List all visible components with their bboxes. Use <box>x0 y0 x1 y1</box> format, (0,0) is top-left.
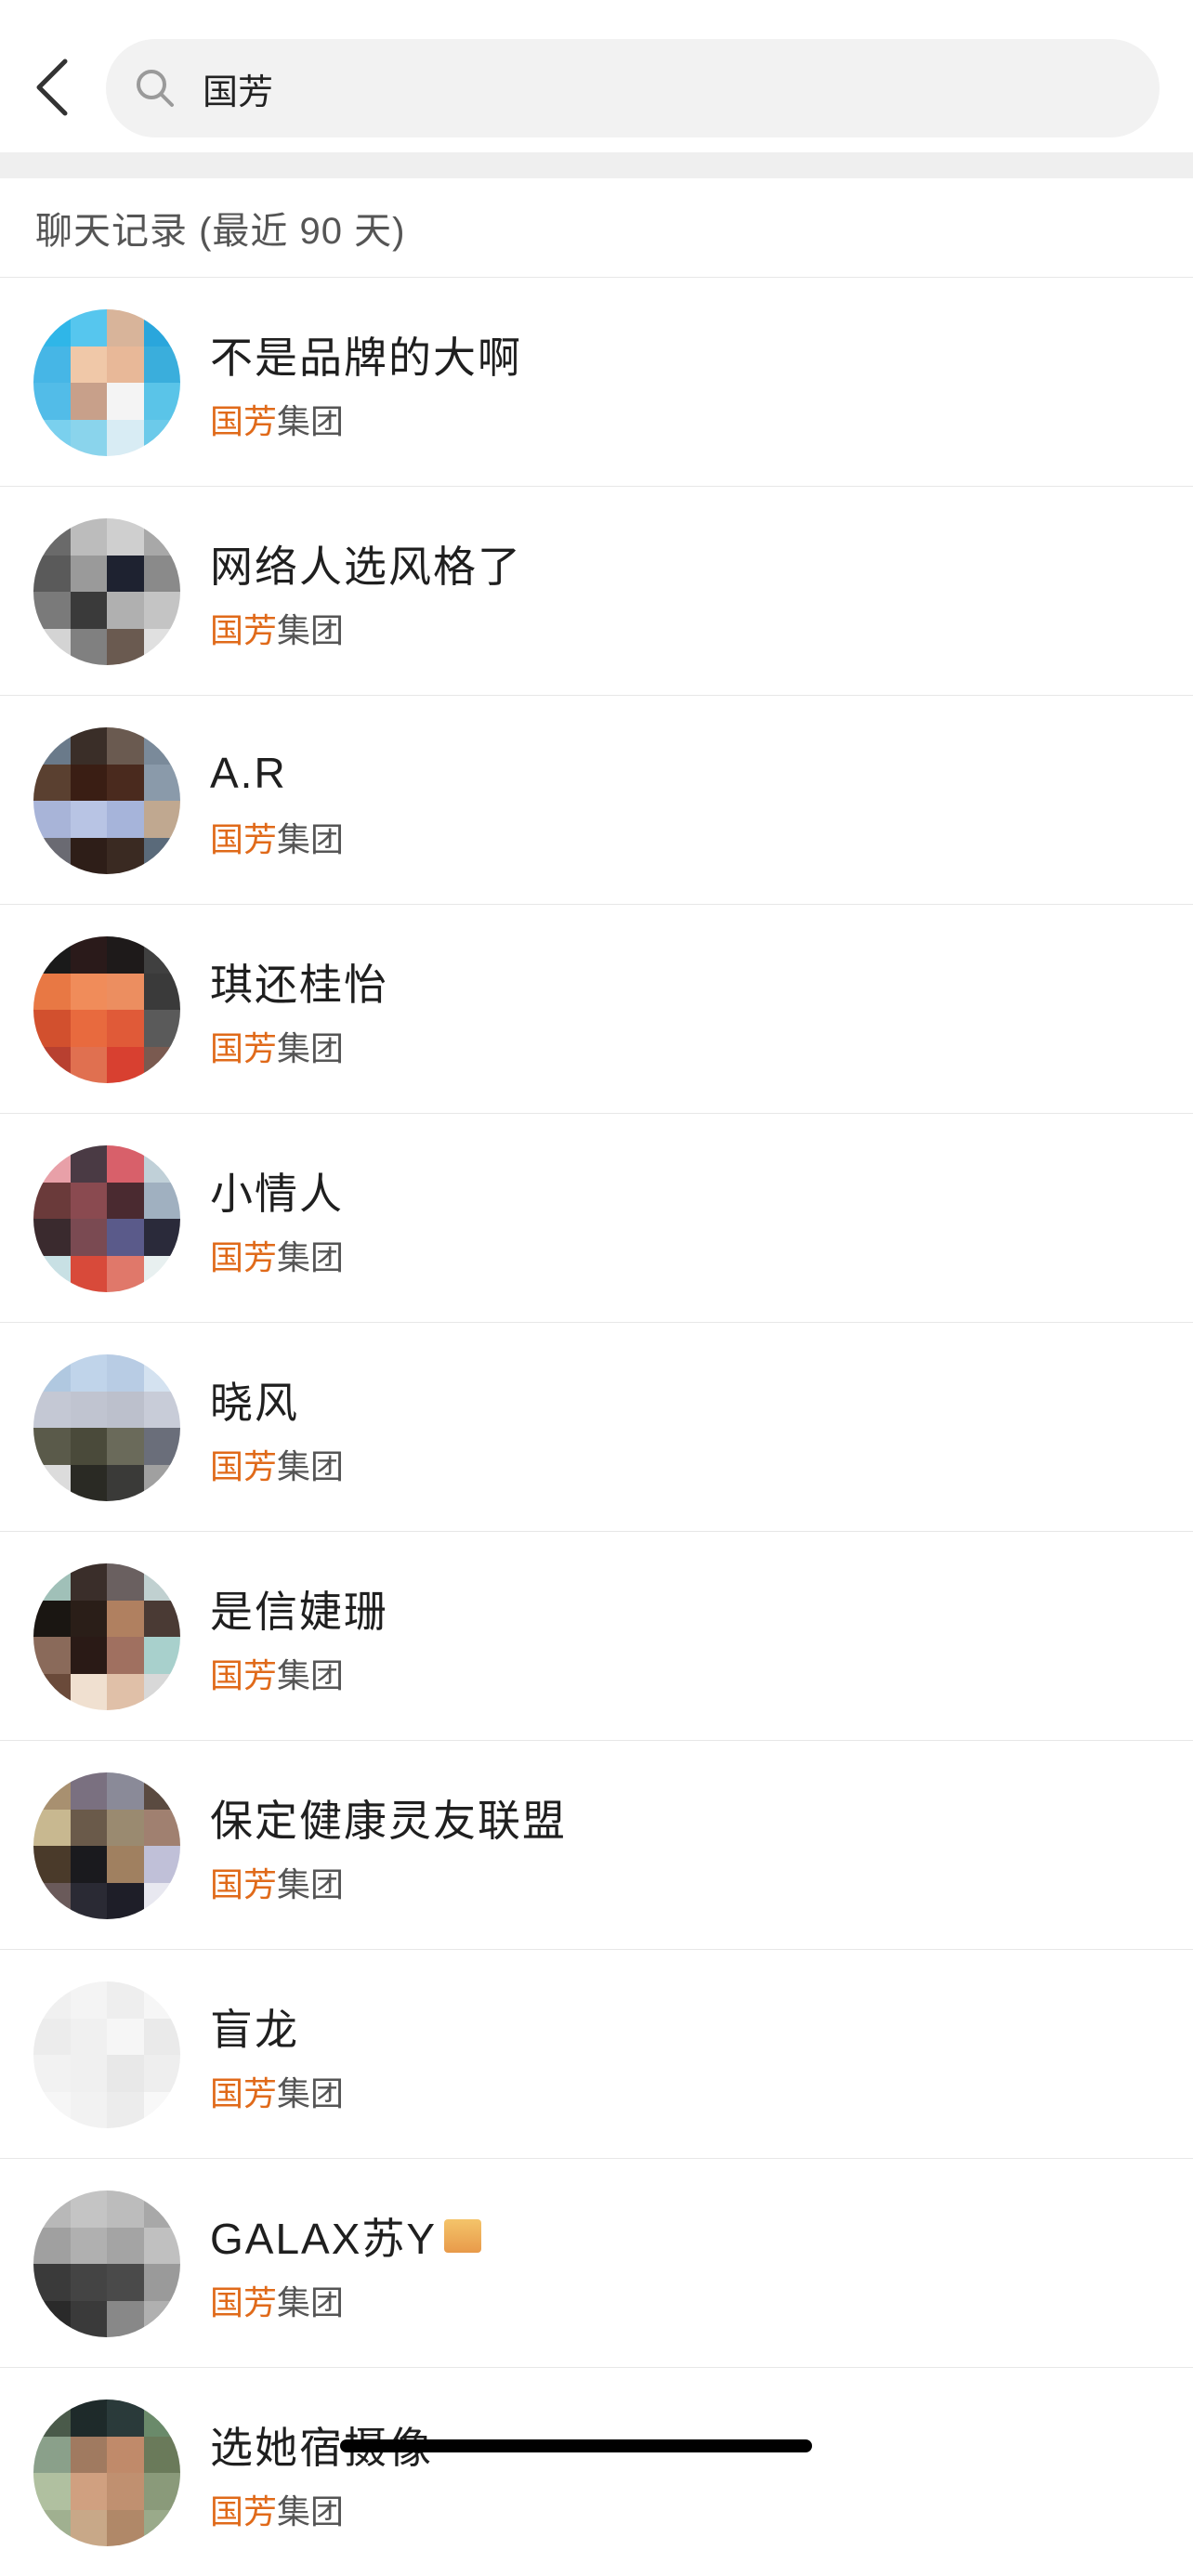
search-input[interactable]: 国芳 <box>106 39 1160 137</box>
match-highlight: 国芳 <box>210 1447 278 1485</box>
contact-name-text: 网络人选风格了 <box>210 543 522 591</box>
match-highlight: 国芳 <box>210 1029 278 1067</box>
contact-name-text: 保定健康灵友联盟 <box>210 1797 567 1845</box>
contact-name: 不是品牌的大啊 <box>210 322 522 387</box>
avatar <box>33 1981 180 2128</box>
avatar <box>33 1145 180 1292</box>
match-highlight: 国芳 <box>210 402 278 440</box>
matched-message: 国芳 集团 <box>210 1645 344 1701</box>
match-rest: 集团 <box>277 1656 345 1694</box>
chat-result-item[interactable]: 琪还桂怡国芳 集团 <box>0 904 1193 1113</box>
match-highlight: 国芳 <box>210 1865 278 1903</box>
search-header: 国芳 <box>0 0 1193 152</box>
contact-name: 保定健康灵友联盟 <box>210 1785 567 1850</box>
avatar <box>33 727 180 874</box>
search-icon <box>132 65 178 111</box>
contact-name: 盲龙 <box>210 1994 299 2059</box>
avatar <box>33 1354 180 1501</box>
match-rest: 集团 <box>277 402 345 440</box>
chat-result-item[interactable]: 保定健康灵友联盟国芳 集团 <box>0 1740 1193 1949</box>
chat-result-item[interactable]: 网络人选风格了国芳 集团 <box>0 486 1193 695</box>
chat-result-item[interactable]: 晓风国芳 集团 <box>0 1322 1193 1531</box>
matched-message: 国芳 集团 <box>210 809 344 865</box>
crown-icon <box>444 2219 482 2253</box>
match-highlight: 国芳 <box>210 1238 278 1276</box>
avatar <box>33 518 180 665</box>
chevron-left-icon <box>36 59 68 116</box>
match-rest: 集团 <box>277 1029 345 1067</box>
section-title: 聊天记录 (最近 90 天) <box>35 211 406 252</box>
match-rest: 集团 <box>277 1238 345 1276</box>
chat-result-item[interactable]: GALAX苏Y 国芳 集团 <box>0 2158 1193 2367</box>
chat-result-item[interactable]: 是信婕珊国芳 集团 <box>0 1531 1193 1740</box>
match-highlight: 国芳 <box>210 611 278 649</box>
contact-name: GALAX苏Y <box>210 2203 482 2269</box>
match-highlight: 国芳 <box>210 2283 278 2321</box>
match-highlight: 国芳 <box>210 2074 278 2112</box>
contact-name-text: 晓风 <box>210 1379 299 1427</box>
contact-name: 琪还桂怡 <box>210 949 388 1014</box>
match-highlight: 国芳 <box>210 1656 278 1694</box>
contact-name: 晓风 <box>210 1367 299 1432</box>
matched-message: 国芳 集团 <box>210 1854 344 1910</box>
contact-name: 小情人 <box>210 1158 344 1223</box>
contact-name-text: GALAX苏Y <box>210 2215 438 2263</box>
match-highlight: 国芳 <box>210 2492 278 2530</box>
home-indicator <box>340 2439 812 2452</box>
contact-name-text: 不是品牌的大啊 <box>210 333 522 382</box>
avatar <box>33 936 180 1083</box>
matched-message: 国芳 集团 <box>210 2063 344 2119</box>
match-rest: 集团 <box>277 2492 345 2530</box>
matched-message: 国芳 集团 <box>210 391 344 447</box>
match-rest: 集团 <box>277 820 345 858</box>
match-rest: 集团 <box>277 2074 345 2112</box>
section-divider <box>0 152 1193 178</box>
contact-name: 网络人选风格了 <box>210 531 522 596</box>
matched-message: 国芳 集团 <box>210 2481 344 2537</box>
match-highlight: 国芳 <box>210 820 278 858</box>
avatar <box>33 1772 180 1919</box>
contact-name-text: 盲龙 <box>210 2006 299 2054</box>
match-rest: 集团 <box>277 2283 345 2321</box>
match-rest: 集团 <box>277 1865 345 1903</box>
avatar <box>33 309 180 456</box>
chat-result-item[interactable]: 选她宿摄像 国芳 集团 <box>0 2367 1193 2576</box>
contact-name-text: A.R <box>210 749 287 797</box>
contact-name-text: 琪还桂怡 <box>210 961 388 1009</box>
matched-message: 国芳 集团 <box>210 1018 344 1074</box>
match-rest: 集团 <box>277 611 345 649</box>
contact-name-text: 小情人 <box>210 1170 344 1218</box>
search-query[interactable]: 国芳 <box>203 63 273 114</box>
chat-result-item[interactable]: 不是品牌的大啊国芳 集团 <box>0 277 1193 486</box>
avatar <box>33 2399 180 2546</box>
matched-message: 国芳 集团 <box>210 1436 344 1492</box>
match-rest: 集团 <box>277 1447 345 1485</box>
matched-message: 国芳 集团 <box>210 1227 344 1283</box>
matched-message: 国芳 集团 <box>210 2272 344 2328</box>
chat-result-item[interactable]: 盲龙国芳 集团 <box>0 1949 1193 2158</box>
contact-name: A.R <box>210 740 287 805</box>
contact-name: 是信婕珊 <box>210 1576 388 1641</box>
avatar <box>33 2190 180 2337</box>
chat-result-item[interactable]: A.R 国芳 集团 <box>0 695 1193 904</box>
contact-name-text: 是信婕珊 <box>210 1588 388 1636</box>
matched-message: 国芳 集团 <box>210 600 344 656</box>
avatar <box>33 1563 180 1710</box>
chat-result-item[interactable]: 小情人国芳 集团 <box>0 1113 1193 1322</box>
back-button[interactable] <box>28 54 76 121</box>
chat-history-results: 不是品牌的大啊 国芳 集团 网络人选风格了 国芳 集团 A.R 国芳 集团 琪还桂怡 国芳 集团 小情人… <box>0 277 1193 2576</box>
